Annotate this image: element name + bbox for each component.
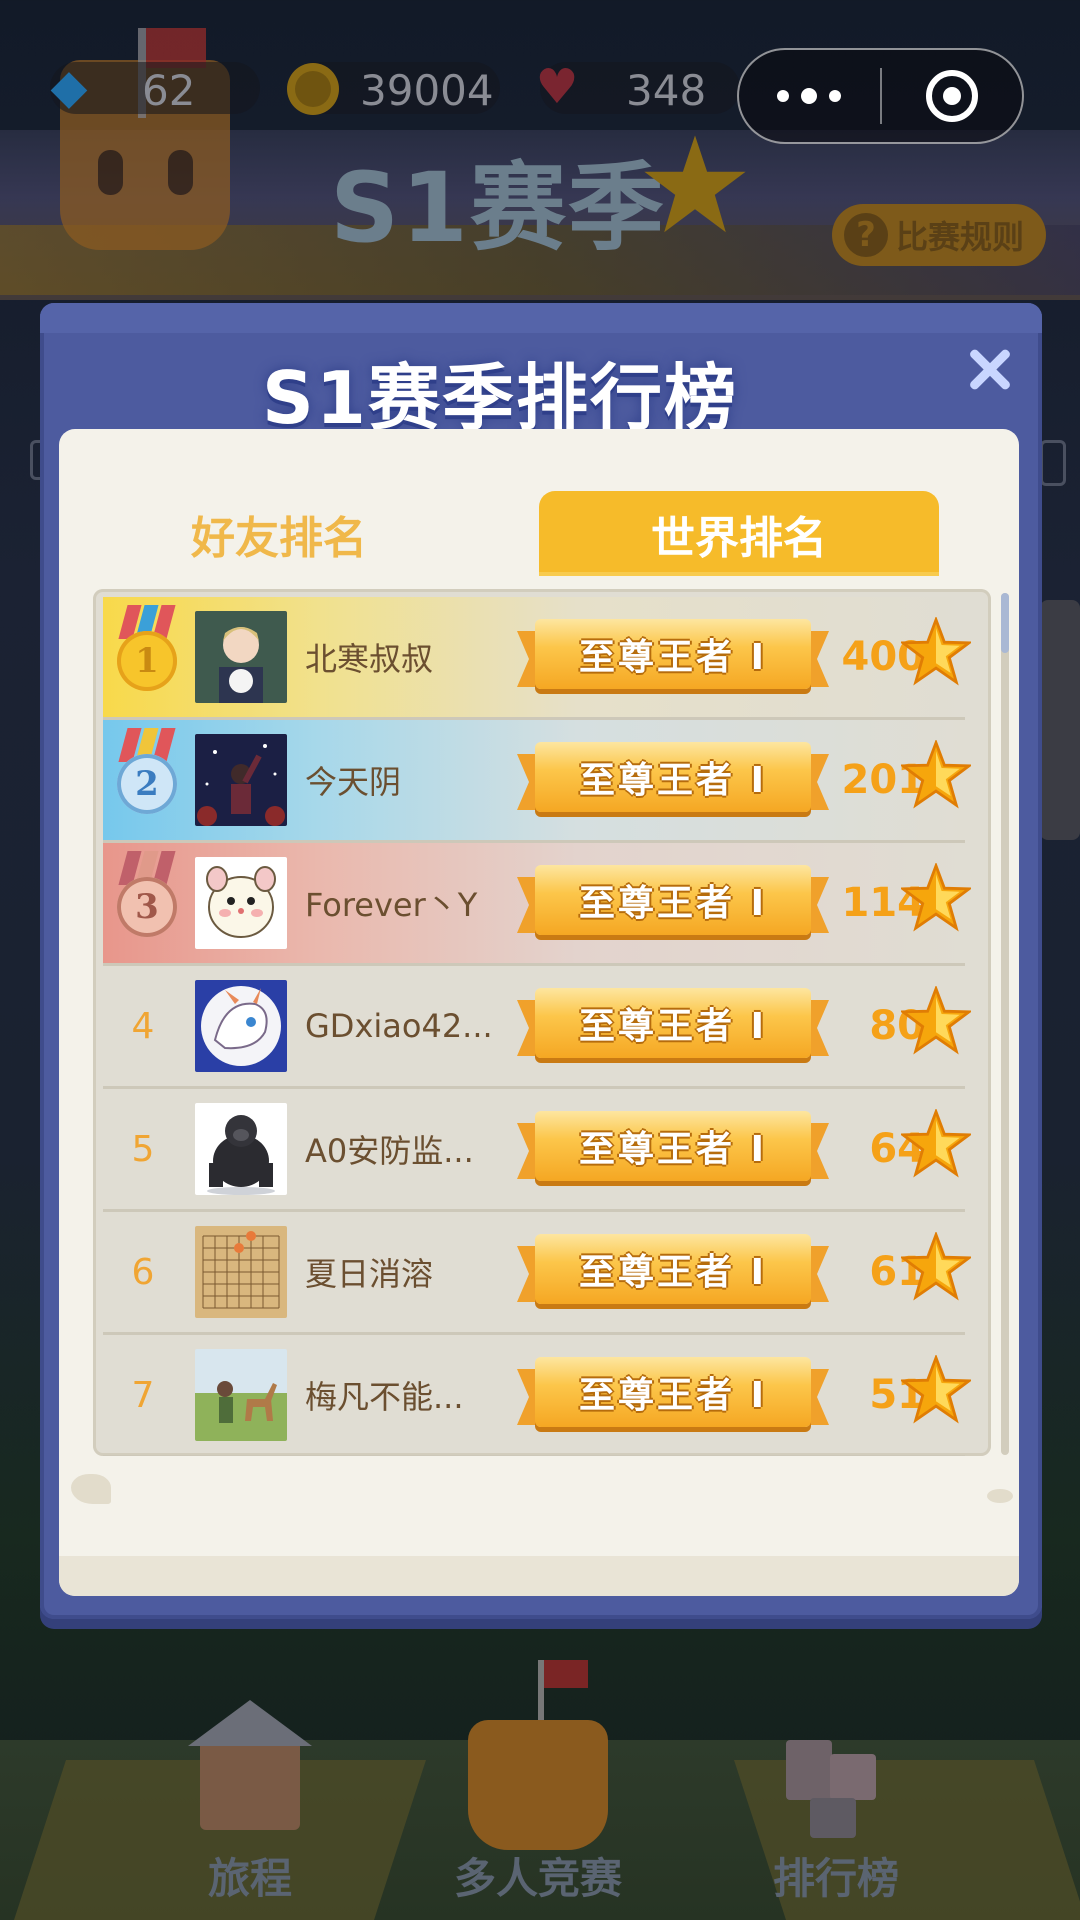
ranking-row[interactable]: 3 Forever丶Y 至尊王者 Ⅰ 114 xyxy=(103,843,971,966)
tier-badge: 至尊王者 Ⅰ xyxy=(517,619,829,695)
miniprogram-capsule xyxy=(737,48,1024,144)
gold-medal-icon: 1 xyxy=(109,601,185,711)
ranking-list[interactable]: 1 北寒叔叔 至尊王者 Ⅰ 400 2 今天阴 至尊王者 Ⅰ 201 3 For… xyxy=(93,589,991,1456)
ranking-row[interactable]: 7 梅凡不能... 至尊王者 Ⅰ 51 xyxy=(103,1335,971,1456)
tab-world-ranking[interactable]: 世界排名 xyxy=(539,491,939,576)
modal-paper: 好友排名 世界排名 1 北寒叔叔 至尊王者 Ⅰ 400 2 今天阴 至尊王者 Ⅰ… xyxy=(59,429,1019,1596)
rank-number: 2 xyxy=(135,764,159,804)
tier-badge: 至尊王者 Ⅰ xyxy=(517,1357,829,1433)
star-icon xyxy=(901,986,971,1056)
tier-badge: 至尊王者 Ⅰ xyxy=(517,742,829,818)
avatar xyxy=(195,1349,287,1441)
tier-badge: 至尊王者 Ⅰ xyxy=(517,1234,829,1310)
ranking-row[interactable]: 2 今天阴 至尊王者 Ⅰ 201 xyxy=(103,720,971,843)
paper-curl xyxy=(987,1489,1013,1503)
rank-number: 1 xyxy=(135,641,159,681)
tier-label: 至尊王者 Ⅰ xyxy=(535,988,811,1058)
tier-badge: 至尊王者 Ⅰ xyxy=(517,865,829,941)
player-name: 今天阴 xyxy=(305,763,402,801)
season-title: S1赛季 xyxy=(330,152,666,264)
tier-label: 至尊王者 Ⅰ xyxy=(535,1111,811,1181)
side-card xyxy=(1040,600,1080,840)
tier-label: 至尊王者 Ⅰ xyxy=(535,742,811,812)
star-icon xyxy=(644,135,746,233)
dot-icon xyxy=(829,90,842,102)
star-icon xyxy=(901,1232,971,1302)
side-element-right xyxy=(1040,440,1066,486)
avatar xyxy=(195,980,287,1072)
star-icon xyxy=(901,1109,971,1179)
tier-badge: 至尊王者 Ⅰ xyxy=(517,988,829,1064)
tab-friends-ranking[interactable]: 好友排名 xyxy=(79,491,479,576)
gem-icon: ◆ xyxy=(50,59,88,115)
tier-label: 至尊王者 Ⅰ xyxy=(535,1234,811,1304)
coins-value: 39004 xyxy=(360,66,494,115)
castle-icon xyxy=(468,1660,608,1850)
exit-miniprogram-button[interactable] xyxy=(882,48,1023,144)
nav-journey-label: 旅程 xyxy=(207,1854,292,1903)
avatar xyxy=(195,734,287,826)
star-icon xyxy=(901,863,971,933)
ranking-row[interactable]: 4 GDxiao42... 至尊王者 Ⅰ 80 xyxy=(103,966,971,1089)
blocks-icon xyxy=(786,1740,886,1840)
question-icon: ? xyxy=(844,213,888,257)
coin-icon xyxy=(284,60,342,118)
player-name: GDxiao42... xyxy=(305,1007,493,1045)
nav-leaderboard[interactable]: 排行榜 xyxy=(726,1700,946,1903)
gems-value: 62 xyxy=(142,66,196,115)
heart-icon: ♥ xyxy=(535,59,579,115)
tier-label: 至尊王者 Ⅰ xyxy=(535,865,811,935)
nav-multiplayer[interactable]: 多人竞赛 xyxy=(428,1660,648,1903)
star-icon xyxy=(901,1355,971,1425)
ranking-row[interactable]: 5 A0安防监... 至尊王者 Ⅰ 64 xyxy=(103,1089,971,1212)
dot-icon xyxy=(801,88,818,104)
ranking-scrollbar[interactable] xyxy=(1001,593,1009,1455)
player-name: 梅凡不能... xyxy=(305,1378,464,1416)
ranking-row[interactable]: 1 北寒叔叔 至尊王者 Ⅰ 400 xyxy=(103,597,971,720)
paper-bottom-edge xyxy=(59,1556,1019,1596)
player-name: Forever丶Y xyxy=(305,886,478,924)
player-name: 北寒叔叔 xyxy=(305,640,434,678)
more-menu-button[interactable] xyxy=(739,48,880,144)
target-icon xyxy=(925,70,978,122)
nav-leaderboard-label: 排行榜 xyxy=(772,1854,899,1903)
rules-button[interactable]: ? 比赛规则 xyxy=(832,204,1046,266)
rank-number: 3 xyxy=(135,887,159,927)
silver-medal-icon: 2 xyxy=(109,724,185,834)
player-name: 夏日消溶 xyxy=(305,1255,434,1293)
avatar xyxy=(195,1103,287,1195)
modal-header-strip xyxy=(40,303,1042,333)
dot-icon xyxy=(777,90,790,102)
ranking-row[interactable]: 6 夏日消溶 至尊王者 Ⅰ 61 xyxy=(103,1212,971,1335)
tier-label: 至尊王者 Ⅰ xyxy=(535,1357,811,1427)
star-icon xyxy=(901,617,971,687)
rank-number: 7 xyxy=(131,1374,155,1416)
rank-number: 5 xyxy=(131,1128,155,1170)
player-name: A0安防监... xyxy=(305,1132,474,1170)
ranking-tabs: 好友排名 世界排名 xyxy=(59,491,1019,576)
avatar xyxy=(195,611,287,703)
paper-curl xyxy=(71,1474,111,1504)
rank-number: 6 xyxy=(131,1251,155,1293)
nav-journey[interactable]: 旅程 xyxy=(140,1700,360,1903)
star-icon xyxy=(901,740,971,810)
nav-multiplayer-label: 多人竞赛 xyxy=(453,1854,622,1903)
close-icon[interactable] xyxy=(960,339,1020,399)
tier-badge: 至尊王者 Ⅰ xyxy=(517,1111,829,1187)
tier-label: 至尊王者 Ⅰ xyxy=(535,619,811,689)
hearts-value: 348 xyxy=(626,66,707,115)
ranking-list-inner: 1 北寒叔叔 至尊王者 Ⅰ 400 2 今天阴 至尊王者 Ⅰ 201 3 For… xyxy=(103,597,971,1456)
avatar xyxy=(195,1226,287,1318)
leaderboard-modal: S1赛季排行榜 好友排名 世界排名 1 北寒叔叔 至尊王者 Ⅰ 400 2 今天… xyxy=(40,303,1042,1619)
scrollbar-thumb[interactable] xyxy=(1001,593,1009,653)
rules-label: 比赛规则 xyxy=(896,218,1025,256)
avatar xyxy=(195,857,287,949)
bronze-medal-icon: 3 xyxy=(109,847,185,957)
house-icon xyxy=(188,1700,312,1830)
rank-number: 4 xyxy=(131,1005,155,1047)
